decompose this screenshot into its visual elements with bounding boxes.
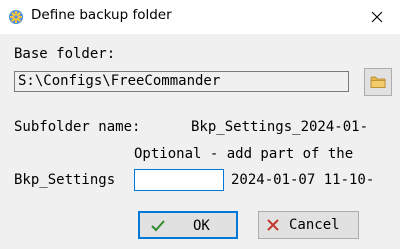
subfolder-part-input[interactable]	[134, 169, 224, 191]
base-folder-field[interactable]: S:\Configs\FreeCommander	[14, 71, 349, 92]
window-title: Define backup folder	[31, 7, 172, 23]
x-icon	[267, 219, 279, 231]
subfolder-label: Subfolder name:	[14, 119, 141, 135]
cancel-button[interactable]: Cancel	[258, 211, 359, 239]
checkmark-icon	[151, 220, 165, 232]
title-bar: Define backup folder	[0, 0, 400, 34]
subfolder-name-value: Bkp_Settings_2024-01-	[191, 119, 369, 135]
close-button[interactable]	[354, 0, 400, 34]
base-folder-value: S:\Configs\FreeCommander	[18, 73, 221, 89]
gear-icon	[8, 9, 24, 25]
define-backup-folder-dialog: Define backup folder Base folder: S:\Con…	[0, 0, 400, 249]
subfolder-prefix: Bkp_Settings	[14, 172, 116, 188]
close-icon	[371, 11, 383, 23]
folder-icon	[370, 76, 386, 88]
ok-button[interactable]: OK	[138, 211, 238, 239]
browse-folder-button[interactable]	[364, 68, 392, 96]
cancel-label: Cancel	[289, 217, 340, 233]
timestamp-suffix: 2024-01-07 11-10-	[231, 172, 375, 188]
optional-hint: Optional - add part of the	[134, 146, 354, 162]
ok-label: OK	[193, 218, 210, 234]
base-folder-label: Base folder:	[14, 46, 116, 62]
